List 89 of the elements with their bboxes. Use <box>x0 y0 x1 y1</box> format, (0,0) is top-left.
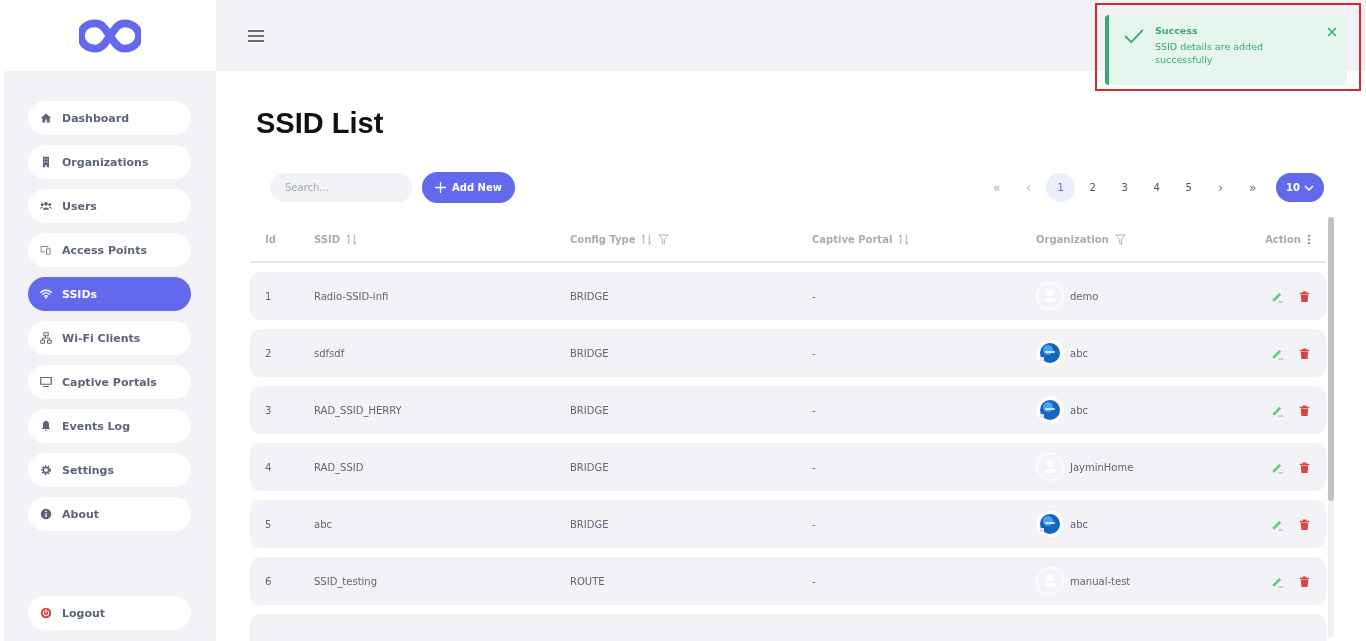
page-button[interactable]: 1 <box>1046 173 1076 202</box>
users-icon <box>40 200 52 212</box>
more-icon[interactable] <box>1307 233 1311 245</box>
table-cell: abc <box>314 518 332 530</box>
gear-icon <box>40 464 52 476</box>
sort-icon[interactable] <box>641 233 653 245</box>
table-cell: 5 <box>265 518 272 530</box>
table-cell: BRIDGE <box>570 347 609 359</box>
sidebar-item[interactable]: Access Points <box>28 233 191 267</box>
table-cell: RAD_SSID <box>314 461 364 473</box>
delete-icon[interactable] <box>1298 574 1311 588</box>
page-button[interactable]: 3 <box>1110 173 1140 202</box>
next-page-button[interactable]: › <box>1206 173 1236 202</box>
sidebar-item[interactable]: SSIDs <box>28 277 191 311</box>
column-header: Action <box>1265 233 1301 245</box>
add-new-button[interactable]: Add New <box>422 172 515 203</box>
table-cell: RAD_SSID_HERRY <box>314 404 402 416</box>
column-header: Id <box>265 233 276 245</box>
table-cell: abc <box>1070 404 1088 416</box>
delete-icon[interactable] <box>1298 460 1311 474</box>
table-cell: BRIDGE <box>570 518 609 530</box>
table-cell: manual-test <box>1070 575 1131 587</box>
table-cell: abc <box>1070 347 1088 359</box>
menu-icon[interactable] <box>248 29 264 42</box>
bell-icon <box>40 420 52 432</box>
sort-icon[interactable] <box>346 233 357 245</box>
power-icon <box>40 607 52 619</box>
delete-icon[interactable] <box>1298 403 1311 417</box>
monitor-icon <box>40 376 52 388</box>
logout-button[interactable]: Logout <box>28 596 191 630</box>
delete-icon[interactable] <box>1298 289 1311 303</box>
network-icon <box>40 332 52 344</box>
delete-icon[interactable] <box>1298 346 1311 360</box>
sidebar-item[interactable]: Organizations <box>28 145 191 179</box>
page-size-dropdown[interactable]: 10 <box>1276 173 1324 202</box>
table-cell: BRIDGE <box>570 290 609 302</box>
table-cell: BRIDGE <box>570 404 609 416</box>
chevron-down-icon <box>1304 184 1314 191</box>
sidebar-item[interactable]: Settings <box>28 453 191 487</box>
page-button[interactable]: 2 <box>1078 173 1108 202</box>
sidebar-item[interactable]: Users <box>28 189 191 223</box>
table-cell: 6 <box>265 575 272 587</box>
info-icon <box>40 508 52 520</box>
table-cell: - <box>812 290 816 302</box>
sidebar-item[interactable]: Captive Portals <box>28 365 191 399</box>
table-cell: - <box>812 347 816 359</box>
table-cell: abc <box>1070 518 1088 530</box>
infinity-logo-icon <box>79 18 141 53</box>
sort-icon[interactable] <box>898 233 910 245</box>
page-button[interactable]: 4 <box>1142 173 1172 202</box>
last-page-button[interactable]: » <box>1238 173 1268 202</box>
table-cell: - <box>812 404 816 416</box>
devices-icon <box>40 244 52 256</box>
table-cell: - <box>812 461 816 473</box>
table-cell: BRIDGE <box>570 461 609 473</box>
plus-icon <box>435 182 446 193</box>
table-cell: 1 <box>265 290 272 302</box>
table-cell: SSID_testing <box>314 575 377 587</box>
table-cell: JayminHome <box>1070 461 1134 473</box>
sidebar-item[interactable]: Dashboard <box>28 101 191 135</box>
delete-icon[interactable] <box>1298 517 1311 531</box>
building-icon <box>40 156 52 168</box>
column-header: SSID <box>314 233 340 245</box>
sidebar-item[interactable]: Events Log <box>28 409 191 443</box>
table-cell: demo <box>1070 290 1099 302</box>
table-cell: - <box>812 575 816 587</box>
table-cell: sdfsdf <box>314 347 345 359</box>
table-cell: 3 <box>265 404 272 416</box>
sidebar-item[interactable]: About <box>28 497 191 531</box>
table-cell: 2 <box>265 347 272 359</box>
check-icon <box>1123 28 1145 44</box>
close-icon[interactable] <box>1327 27 1337 37</box>
page-button[interactable]: 5 <box>1174 173 1204 202</box>
sidebar-item[interactable]: Wi-Fi Clients <box>28 321 191 355</box>
table-cell: 4 <box>265 461 272 473</box>
filter-icon[interactable] <box>658 233 670 245</box>
column-header: Config Type <box>570 233 636 245</box>
toast-message: SSID details are added successfully <box>1155 40 1264 67</box>
home-icon <box>40 112 52 124</box>
column-header: Organization <box>1036 233 1109 245</box>
search-field[interactable]: Search... <box>270 173 412 202</box>
column-header: Captive Portal <box>812 233 893 245</box>
toast-title: Success <box>1155 25 1199 36</box>
table-cell: - <box>812 518 816 530</box>
page-title: SSID List <box>256 107 385 140</box>
table-cell: ROUTE <box>570 575 605 587</box>
table-cell: Radio-SSID-infi <box>314 290 389 302</box>
wifi-icon <box>40 288 52 300</box>
filter-icon[interactable] <box>1114 233 1126 245</box>
